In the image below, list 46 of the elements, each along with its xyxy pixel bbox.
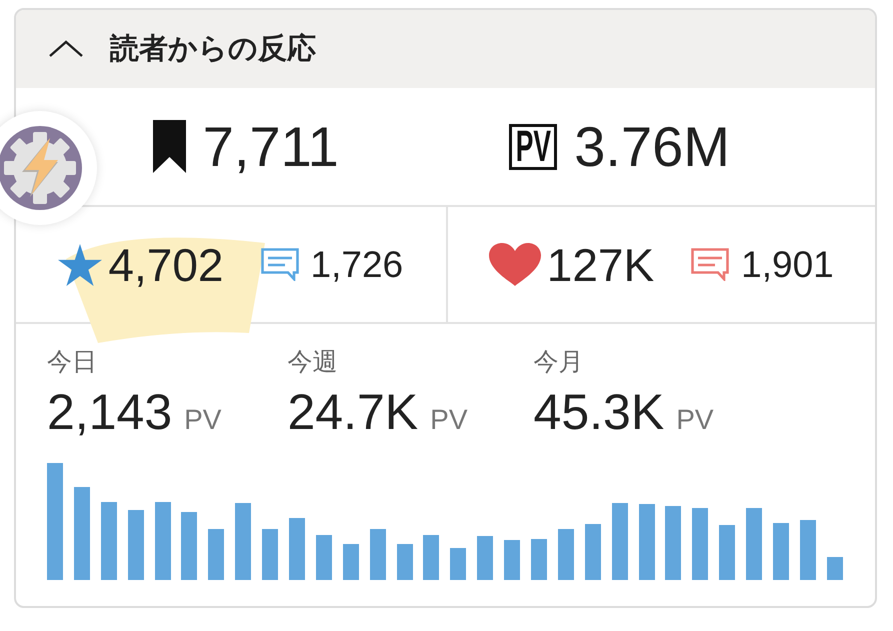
chart-bar xyxy=(719,525,736,580)
reaction-count: 127K xyxy=(546,242,654,288)
chart-bar xyxy=(181,512,198,580)
unit-label: PV xyxy=(430,404,468,436)
period-label: 今週 xyxy=(287,347,338,378)
bookmark-count: 7,711 xyxy=(202,118,339,174)
comment-icon xyxy=(691,248,730,281)
chart-bar xyxy=(826,556,843,580)
chart-bar xyxy=(692,508,708,580)
gear-lightning-icon xyxy=(0,126,82,210)
chart-bar xyxy=(450,548,466,580)
period-label: 今月 xyxy=(534,347,584,378)
period-pageviews: 24.7K xyxy=(287,384,418,440)
chart-bar xyxy=(262,529,278,580)
comment-icon xyxy=(260,248,299,281)
chart-bar xyxy=(531,538,548,580)
bookmark-icon xyxy=(152,120,186,173)
chart-bar xyxy=(128,510,144,580)
star-icon xyxy=(58,244,102,286)
chart-bar xyxy=(558,529,574,580)
chevron-up-icon[interactable] xyxy=(48,40,84,58)
chart-bar xyxy=(423,535,440,580)
panel-title: 読者からの反応 xyxy=(110,32,316,67)
chart-bar xyxy=(773,522,790,580)
period-label: 今日 xyxy=(47,347,97,378)
chart-bar xyxy=(800,520,816,580)
unit-label: PV xyxy=(184,404,222,436)
chart-bar xyxy=(504,540,520,580)
chart-bar xyxy=(584,524,601,580)
chart-bar xyxy=(342,544,359,580)
chart-bar xyxy=(477,536,494,580)
chart-bar xyxy=(316,535,332,580)
unit-label: PV xyxy=(676,404,714,436)
pv-badge: PV xyxy=(508,124,558,170)
panel-header[interactable]: 読者からの反応 xyxy=(16,10,875,88)
heart-icon xyxy=(488,243,541,286)
chart-bar xyxy=(396,544,413,580)
period-pageviews: 45.3K xyxy=(534,384,664,440)
period-pageviews: 2,143 xyxy=(47,384,172,440)
chart-bar xyxy=(289,518,306,580)
reaction-count: 4,702 xyxy=(108,242,224,288)
comment-count: 1,901 xyxy=(741,246,834,283)
pageview-count: 3.76M xyxy=(574,118,730,174)
comment-count: 1,726 xyxy=(310,246,404,283)
chart-bar xyxy=(208,529,224,580)
chart-bar xyxy=(370,529,386,580)
